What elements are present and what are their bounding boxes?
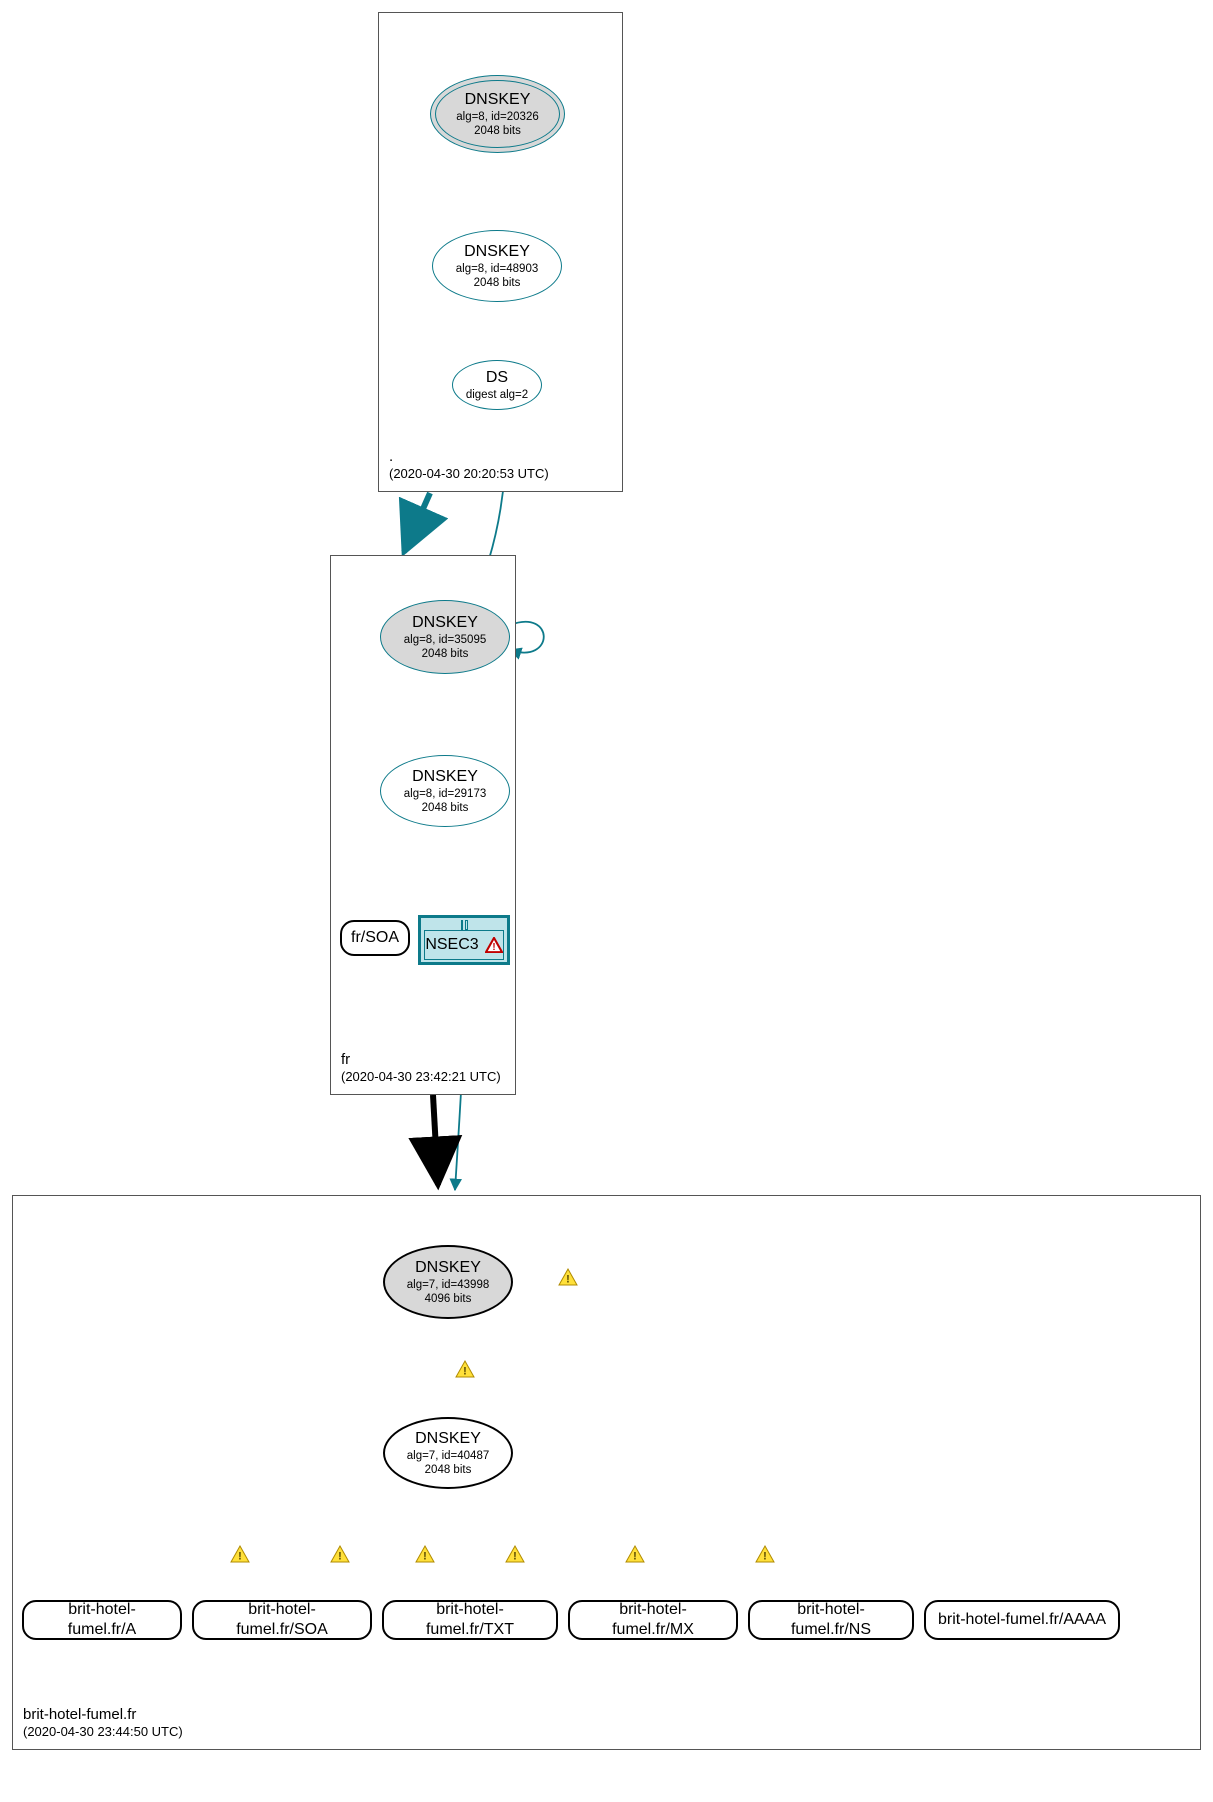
rr-soa-node[interactable]: brit-hotel-fumel.fr/SOA: [192, 1600, 372, 1640]
zone-fr-timestamp: (2020-04-30 23:42:21 UTC): [341, 1069, 501, 1086]
fr-soa-node[interactable]: fr/SOA: [340, 920, 410, 956]
fr-zsk-line3: 2048 bits: [422, 801, 469, 815]
root-ksk-title: DNSKEY: [465, 90, 531, 110]
svg-text:!: !: [238, 1551, 242, 1563]
leaf-ksk-title: DNSKEY: [415, 1258, 481, 1278]
svg-text:!: !: [423, 1551, 427, 1563]
svg-text:!: !: [492, 942, 495, 953]
fr-ksk-line2: alg=8, id=35095: [404, 633, 487, 647]
leaf-zsk-title: DNSKEY: [415, 1429, 481, 1449]
fr-ksk-title: DNSKEY: [412, 613, 478, 633]
fr-ksk-line3: 2048 bits: [422, 647, 469, 661]
root-ds-line2: digest alg=2: [466, 388, 528, 402]
warning-icon: !: [558, 1268, 578, 1286]
warning-icon: !: [330, 1545, 350, 1563]
warning-icon: !: [625, 1545, 645, 1563]
svg-text:!: !: [763, 1551, 767, 1563]
rr-aaaa-node[interactable]: brit-hotel-fumel.fr/AAAA: [924, 1600, 1120, 1640]
fr-zsk-node[interactable]: DNSKEY alg=8, id=29173 2048 bits: [380, 755, 510, 827]
rr-mx-node[interactable]: brit-hotel-fumel.fr/MX: [568, 1600, 738, 1640]
svg-text:!: !: [513, 1551, 517, 1563]
root-ksk-node[interactable]: DNSKEY alg=8, id=20326 2048 bits: [430, 75, 565, 153]
root-ds-title: DS: [486, 368, 508, 388]
leaf-zsk-node[interactable]: DNSKEY alg=7, id=40487 2048 bits: [383, 1417, 513, 1489]
leaf-ksk-line2: alg=7, id=43998: [407, 1278, 490, 1292]
nsec3-node[interactable]: NSEC3 !: [418, 915, 510, 965]
fr-zsk-line2: alg=8, id=29173: [404, 787, 487, 801]
leaf-zsk-line2: alg=7, id=40487: [407, 1449, 490, 1463]
rr-soa-label: brit-hotel-fumel.fr/SOA: [204, 1600, 360, 1640]
warning-icon: !: [755, 1545, 775, 1563]
warning-icon: !: [505, 1545, 525, 1563]
zone-root-name: .: [389, 447, 549, 467]
root-zsk-title: DNSKEY: [464, 242, 530, 262]
root-zsk-node[interactable]: DNSKEY alg=8, id=48903 2048 bits: [432, 230, 562, 302]
rr-a-node[interactable]: brit-hotel-fumel.fr/A: [22, 1600, 182, 1640]
rr-ns-label: brit-hotel-fumel.fr/NS: [760, 1600, 902, 1640]
rr-ns-node[interactable]: brit-hotel-fumel.fr/NS: [748, 1600, 914, 1640]
rr-a-label: brit-hotel-fumel.fr/A: [34, 1600, 170, 1640]
svg-text:!: !: [566, 1274, 570, 1286]
zone-root-timestamp: (2020-04-30 20:20:53 UTC): [389, 466, 549, 483]
zone-fr-label: fr (2020-04-30 23:42:21 UTC): [341, 1050, 501, 1086]
warning-icon: !: [415, 1545, 435, 1563]
root-zsk-line3: 2048 bits: [474, 276, 521, 290]
root-zsk-line2: alg=8, id=48903: [456, 262, 539, 276]
zone-leaf-name: brit-hotel-fumel.fr: [23, 1705, 183, 1725]
root-ksk-line2: alg=8, id=20326: [456, 110, 539, 124]
svg-text:!: !: [633, 1551, 637, 1563]
rr-txt-label: brit-hotel-fumel.fr/TXT: [394, 1600, 546, 1640]
fr-zsk-title: DNSKEY: [412, 767, 478, 787]
rr-mx-label: brit-hotel-fumel.fr/MX: [580, 1600, 726, 1640]
warning-icon: !: [455, 1360, 475, 1378]
fr-ksk-node[interactable]: DNSKEY alg=8, id=35095 2048 bits: [380, 600, 510, 674]
svg-text:!: !: [463, 1366, 467, 1378]
svg-text:!: !: [338, 1551, 342, 1563]
root-ds-node[interactable]: DS digest alg=2: [452, 360, 542, 410]
fr-soa-label: fr/SOA: [351, 928, 399, 948]
zone-fr-name: fr: [341, 1050, 501, 1070]
leaf-zsk-line3: 2048 bits: [425, 1463, 472, 1477]
root-ksk-line3: 2048 bits: [474, 124, 521, 138]
rr-aaaa-label: brit-hotel-fumel.fr/AAAA: [938, 1610, 1106, 1630]
zone-leaf-label: brit-hotel-fumel.fr (2020-04-30 23:44:50…: [23, 1705, 183, 1741]
diagram-canvas: . (2020-04-30 20:20:53 UTC) fr (2020-04-…: [0, 0, 1213, 1802]
rr-txt-node[interactable]: brit-hotel-fumel.fr/TXT: [382, 1600, 558, 1640]
error-icon: !: [485, 937, 503, 953]
nsec3-label: NSEC3: [425, 935, 478, 955]
leaf-ksk-node[interactable]: DNSKEY alg=7, id=43998 4096 bits: [383, 1245, 513, 1319]
zone-leaf-timestamp: (2020-04-30 23:44:50 UTC): [23, 1724, 183, 1741]
zone-root-label: . (2020-04-30 20:20:53 UTC): [389, 447, 549, 483]
zone-leaf: brit-hotel-fumel.fr (2020-04-30 23:44:50…: [12, 1195, 1201, 1750]
warning-icon: !: [230, 1545, 250, 1563]
leaf-ksk-line3: 4096 bits: [425, 1292, 472, 1306]
